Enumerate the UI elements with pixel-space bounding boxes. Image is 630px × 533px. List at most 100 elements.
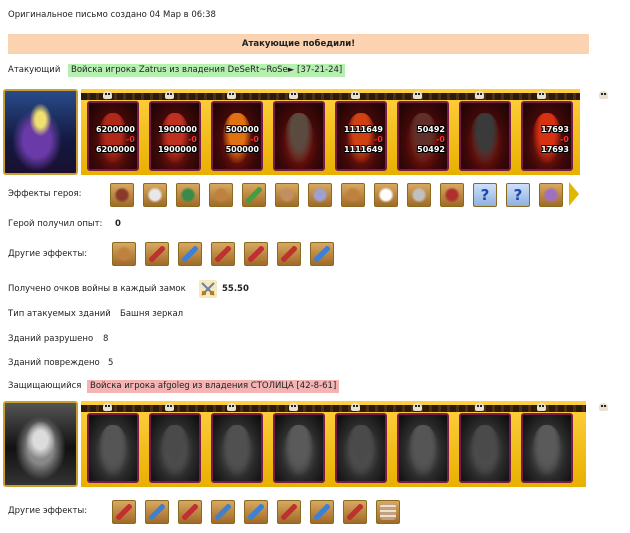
- troop-card[interactable]: [273, 413, 325, 483]
- sword-blue-icon[interactable]: [310, 242, 334, 266]
- troop-card[interactable]: 50492 -0 50492: [397, 101, 449, 171]
- skull-icon: [351, 403, 360, 411]
- troop-card[interactable]: [87, 413, 139, 483]
- troop-loss: -0: [436, 135, 445, 144]
- claw-icon[interactable]: [407, 183, 431, 207]
- troop-card[interactable]: [335, 413, 387, 483]
- sword-red-icon[interactable]: [244, 242, 268, 266]
- defender-hero-portrait[interactable]: [3, 401, 78, 487]
- sword-red-icon[interactable]: [277, 242, 301, 266]
- target-buildings-label: Тип атакуемых зданий: [8, 309, 111, 319]
- buildings-damaged-value: 5: [108, 358, 114, 368]
- troop-card[interactable]: 17693 -0 17693: [521, 101, 573, 171]
- skull-icon: [103, 91, 112, 99]
- troop-card[interactable]: [211, 413, 263, 483]
- buildings-damaged-label: Зданий повреждено: [8, 358, 100, 368]
- troop-card[interactable]: 1111649 -0 1111649: [335, 101, 387, 171]
- chest-icon[interactable]: [110, 183, 134, 207]
- creature-figure: [223, 425, 251, 475]
- hand-sword-icon[interactable]: [275, 183, 299, 207]
- skull-icon: [599, 91, 608, 99]
- sword-green-icon[interactable]: [242, 183, 266, 207]
- defender-troops-strip: [81, 401, 608, 487]
- shield-hand-icon[interactable]: [209, 183, 233, 207]
- sword-red-icon[interactable]: [277, 500, 301, 524]
- skull-icon: [599, 403, 608, 411]
- attacker-label: Атакующий: [8, 65, 61, 75]
- troop-count-after: 500000: [225, 145, 259, 154]
- skull-icon: [165, 91, 174, 99]
- skull-icon: [227, 403, 236, 411]
- sword-blue-icon[interactable]: [178, 242, 202, 266]
- question-icon[interactable]: ?: [473, 183, 497, 207]
- hero-xp-value: 0: [115, 219, 121, 229]
- scroll-icon[interactable]: [112, 242, 136, 266]
- buildings-destroyed-value: 8: [103, 334, 109, 344]
- sword-blue-icon[interactable]: [211, 500, 235, 524]
- sword-red-icon[interactable]: [211, 242, 235, 266]
- skull-icon: [165, 403, 174, 411]
- creature-figure: [471, 113, 499, 163]
- sword-red-icon[interactable]: [343, 500, 367, 524]
- wall-icon[interactable]: [376, 500, 400, 524]
- skull-icon: [537, 91, 546, 99]
- troop-card[interactable]: [521, 413, 573, 483]
- troop-count-after: 50492: [417, 145, 445, 154]
- skull-icon: [537, 403, 546, 411]
- troop-card[interactable]: 6200000 -0 6200000: [87, 101, 139, 171]
- sword-blue-icon[interactable]: [244, 500, 268, 524]
- target-buildings-value: Башня зеркал: [120, 309, 184, 319]
- scroll-icon[interactable]: [341, 183, 365, 207]
- troop-card[interactable]: [397, 413, 449, 483]
- sword-blue-icon[interactable]: [145, 500, 169, 524]
- crystal-icon[interactable]: [374, 183, 398, 207]
- creature-figure: [409, 425, 437, 475]
- troop-count-before: 1900000: [158, 125, 197, 134]
- chain-icon[interactable]: [539, 183, 563, 207]
- shield-icon[interactable]: [176, 183, 200, 207]
- troop-count-after: 6200000: [96, 145, 135, 154]
- battle-result-banner: Атакующие победили!: [8, 34, 589, 54]
- troop-count-after: 1111649: [344, 145, 383, 154]
- attacker-name[interactable]: Войска игрока Zatrus из владения DeSeRt~…: [68, 64, 346, 77]
- question-icon[interactable]: ?: [506, 183, 530, 207]
- creature-figure: [471, 425, 499, 475]
- creature-figure: [409, 113, 437, 163]
- creature-figure: [285, 113, 313, 163]
- cards-icon[interactable]: [143, 183, 167, 207]
- hero-xp-label: Герой получил опыт:: [8, 219, 103, 229]
- buildings-destroyed-label: Зданий разрушено: [8, 334, 94, 344]
- troop-count-before: 1111649: [344, 125, 383, 134]
- skull-icon: [413, 91, 422, 99]
- sword-red-icon[interactable]: [178, 500, 202, 524]
- skull-icon: [289, 91, 298, 99]
- troop-loss: -0: [126, 135, 135, 144]
- creature-figure: [285, 425, 313, 475]
- troop-card[interactable]: [459, 101, 511, 171]
- creature-figure: [99, 425, 127, 475]
- sword-red-icon[interactable]: [145, 242, 169, 266]
- troop-card[interactable]: 500000 -0 500000: [211, 101, 263, 171]
- troop-card[interactable]: [459, 413, 511, 483]
- troop-count-before: 500000: [225, 125, 259, 134]
- war-points-label: Получено очков войны в каждый замок: [8, 284, 186, 294]
- demon-icon[interactable]: [440, 183, 464, 207]
- troop-loss: -0: [560, 135, 569, 144]
- troop-loss: -0: [374, 135, 383, 144]
- defender-name[interactable]: Войска игрока afgoleg из владения СТОЛИЦ…: [87, 380, 340, 393]
- flask-icon[interactable]: [308, 183, 332, 207]
- creature-figure: [533, 113, 561, 163]
- next-arrow-icon[interactable]: [569, 182, 579, 206]
- attacker-hero-portrait[interactable]: [3, 89, 78, 175]
- attacker-other-effects-label: Другие эффекты:: [8, 249, 88, 259]
- troop-card[interactable]: 1900000 -0 1900000: [149, 101, 201, 171]
- crossed-swords-icon: [199, 280, 217, 298]
- troop-card[interactable]: [273, 101, 325, 171]
- creature-figure: [347, 113, 375, 163]
- troop-card[interactable]: [149, 413, 201, 483]
- creature-figure: [533, 425, 561, 475]
- skull-icon: [289, 403, 298, 411]
- skull-icon: [475, 91, 484, 99]
- sword-blue-icon[interactable]: [310, 500, 334, 524]
- sword-red-icon[interactable]: [112, 500, 136, 524]
